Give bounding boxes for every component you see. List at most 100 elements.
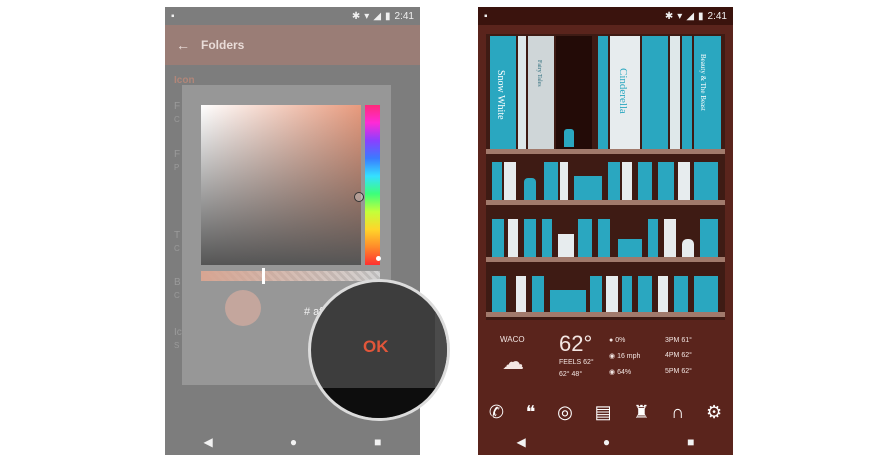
signal-icon: ◢ [686,10,695,22]
book [558,234,574,257]
wifi-icon: ▾ [677,10,683,22]
wind-value: 16 mph [617,353,641,360]
list-item[interactable]: B [174,277,181,288]
book [598,219,610,257]
book [682,36,692,149]
precipitation-value: 0% [615,337,626,344]
book-title: Snow White [495,70,506,120]
book [524,219,536,257]
book-title: Beauty & The Beast [699,54,707,111]
book [492,276,506,312]
hangouts-icon[interactable]: ❝ [526,402,536,423]
book [622,162,632,200]
book [492,162,502,200]
bookshelf-wallpaper: Snow White Fairy Tales Cinderella Beauty… [486,34,725,320]
home-icon[interactable]: ● [603,435,610,449]
list-item-sub: C [174,291,180,300]
home-icon[interactable]: ● [290,435,297,449]
forecast-row: 4PM 62° [665,352,692,359]
page-title: Folders [201,38,245,52]
book [648,219,658,257]
dialog-edge [435,282,447,387]
book [504,162,516,200]
back-arrow-icon[interactable]: ← [165,37,201,53]
alpha-slider-thumb[interactable] [262,268,265,284]
weather-widget[interactable]: WACO ☁ 62° FEELS 62° 62° 48° ● 0% ◉ 16 m… [478,327,733,397]
saturation-value-picker[interactable] [201,105,361,265]
precipitation: ● 0% [609,337,626,344]
book [542,219,552,257]
cloud-icon: ☁ [502,349,524,374]
back-icon[interactable]: ◀ [204,435,213,449]
forecast-time: 4PM [665,352,680,359]
phone-icon[interactable]: ✆ [489,402,504,423]
forecast-temp: 61° [681,337,692,344]
status-time: 2:41 [394,10,414,22]
shelf [486,257,725,262]
hue-slider[interactable] [365,105,380,265]
dark-band [311,388,447,418]
book [528,36,554,149]
shelf [486,149,725,154]
forecast-time: 3PM [665,337,680,344]
magnifier-callout: OK [308,279,450,421]
wind: ◉ 16 mph [609,353,641,360]
book [578,219,592,257]
forecast-temp: 62° [681,368,692,375]
book [658,276,668,312]
list-item-sub: C [174,244,180,253]
book-title: Cinderella [617,68,629,114]
image-icon: ▪ [171,10,175,22]
list-item-sub: S [174,341,180,350]
book-title: Fairy Tales [536,60,542,87]
book-stack [550,290,586,312]
book [638,162,652,200]
book [674,276,688,312]
hue-slider-thumb[interactable] [376,256,381,261]
forecast-row: 3PM 61° [665,337,692,344]
vase [524,178,536,200]
app-bar: ← Folders [165,25,420,65]
color-preview [225,290,261,326]
book [622,276,632,312]
books-icon[interactable]: ▤ [595,402,612,423]
battery-icon: ▮ [385,10,391,22]
signal-icon: ◢ [373,10,382,22]
book [606,276,618,312]
book [518,36,526,149]
book [590,276,602,312]
status-bar: ▪ ✱ ▾ ◢ ▮ 2:41 [165,7,420,25]
book [608,162,620,200]
book [598,36,608,149]
saturation-cursor[interactable] [354,192,364,202]
book [492,219,504,257]
recents-icon[interactable]: ■ [687,435,694,449]
list-item[interactable]: Ic [174,327,182,338]
android-icon[interactable]: ♜ [633,402,649,423]
navigation-bar: ◀ ● ■ [165,429,420,455]
book [670,36,680,149]
book [560,162,568,200]
chrome-icon[interactable]: ◎ [557,402,573,423]
book [700,219,718,257]
ok-button[interactable]: OK [363,337,389,357]
book [642,36,668,149]
recents-icon[interactable]: ■ [374,435,381,449]
shelf [486,200,725,205]
wifi-icon: ▾ [364,10,370,22]
forecast-time: 5PM [665,368,680,375]
image-icon: ▪ [484,10,488,22]
book [694,276,718,312]
navigation-bar: ◀ ● ■ [478,429,733,455]
alpha-slider[interactable] [201,271,380,281]
right-phone-screen: ▪ ✱ ▾ ◢ ▮ 2:41 Snow White Fairy Tales Ci… [478,7,733,455]
book [638,276,652,312]
headphones-icon[interactable]: ∩ [671,402,684,423]
list-item[interactable]: T [174,230,180,241]
back-icon[interactable]: ◀ [517,435,526,449]
settings-icon[interactable]: ⚙ [706,402,722,423]
status-time: 2:41 [707,10,727,22]
book [678,162,690,200]
list-item[interactable]: F [174,149,180,160]
list-item[interactable]: F [174,101,180,112]
